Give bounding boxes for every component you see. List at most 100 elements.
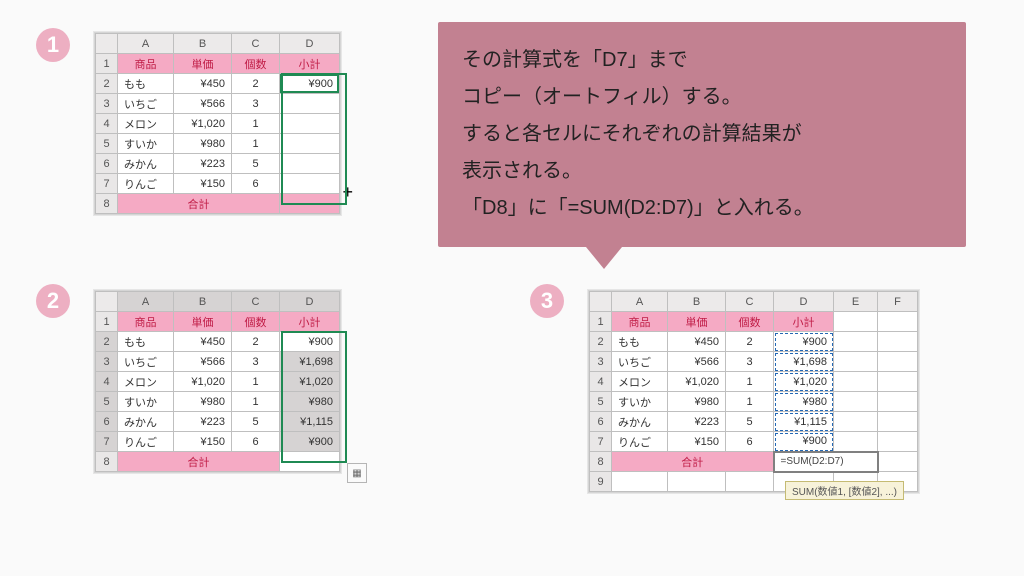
cell[interactable]: 1 [232, 372, 280, 392]
cell[interactable]: ¥1,698 [774, 352, 834, 372]
cell[interactable]: もも [118, 74, 174, 94]
row-header[interactable]: 3 [96, 352, 118, 372]
row-header[interactable]: 7 [590, 432, 612, 452]
cell[interactable]: 5 [232, 412, 280, 432]
cell[interactable]: いちご [118, 352, 174, 372]
cell[interactable]: ¥150 [668, 432, 726, 452]
col-header-d[interactable]: D [774, 292, 834, 312]
cell[interactable]: ¥980 [174, 392, 232, 412]
header-qty[interactable]: 個数 [232, 54, 280, 74]
cell[interactable]: ¥566 [174, 94, 232, 114]
cell[interactable]: メロン [612, 372, 668, 392]
cell[interactable]: ¥566 [668, 352, 726, 372]
header-name[interactable]: 商品 [118, 54, 174, 74]
total-row-label[interactable]: 合計 [118, 452, 280, 472]
cell[interactable]: ¥980 [280, 392, 340, 412]
cell-d2-selected[interactable]: ¥900 [280, 74, 340, 94]
cell[interactable]: いちご [612, 352, 668, 372]
header-qty[interactable]: 個数 [726, 312, 774, 332]
col-header-f[interactable]: F [878, 292, 918, 312]
cell[interactable] [834, 312, 878, 332]
cell[interactable]: すいか [118, 134, 174, 154]
cell[interactable]: 1 [232, 134, 280, 154]
col-header-c[interactable]: C [726, 292, 774, 312]
cell[interactable]: りんご [118, 432, 174, 452]
row-header[interactable]: 4 [96, 372, 118, 392]
cell-d8[interactable] [280, 194, 340, 214]
cell[interactable]: 6 [726, 432, 774, 452]
col-header-b[interactable]: B [668, 292, 726, 312]
cell[interactable] [878, 452, 918, 472]
cell[interactable] [834, 412, 878, 432]
header-price[interactable]: 単価 [174, 54, 232, 74]
header-sub[interactable]: 小計 [280, 312, 340, 332]
cell[interactable] [668, 472, 726, 492]
cell[interactable]: ¥1,020 [174, 372, 232, 392]
cell[interactable]: 3 [232, 94, 280, 114]
row-header[interactable]: 8 [96, 194, 118, 214]
cell[interactable]: ¥900 [280, 432, 340, 452]
col-header-a[interactable]: A [118, 34, 174, 54]
row-header[interactable]: 5 [96, 392, 118, 412]
cell[interactable]: ¥1,020 [774, 372, 834, 392]
header-name[interactable]: 商品 [612, 312, 668, 332]
cell[interactable]: ¥1,115 [774, 412, 834, 432]
cell[interactable]: 5 [232, 154, 280, 174]
cell[interactable]: 3 [726, 352, 774, 372]
cell[interactable]: ¥980 [668, 392, 726, 412]
cell[interactable]: ¥150 [174, 432, 232, 452]
cell[interactable]: 3 [232, 352, 280, 372]
cell[interactable] [878, 412, 918, 432]
cell[interactable] [834, 332, 878, 352]
row-header[interactable]: 2 [590, 332, 612, 352]
row-header[interactable]: 4 [96, 114, 118, 134]
cell[interactable] [878, 432, 918, 452]
header-price[interactable]: 単価 [668, 312, 726, 332]
formula-cell-d8[interactable]: =SUM(D2:D7) [774, 452, 878, 472]
cell[interactable]: もも [612, 332, 668, 352]
cell[interactable]: ¥900 [774, 332, 834, 352]
cell[interactable]: ¥900 [280, 332, 340, 352]
row-header[interactable]: 6 [96, 412, 118, 432]
cell[interactable] [726, 472, 774, 492]
row-header[interactable]: 2 [96, 332, 118, 352]
cell[interactable]: 2 [232, 332, 280, 352]
col-header-d[interactable]: D [280, 292, 340, 312]
cell[interactable]: すいか [612, 392, 668, 412]
cell[interactable]: いちご [118, 94, 174, 114]
autofill-options-button[interactable]: ▦ [347, 463, 367, 483]
cell[interactable]: 5 [726, 412, 774, 432]
row-header[interactable]: 6 [590, 412, 612, 432]
cell[interactable] [280, 154, 340, 174]
cell[interactable] [834, 392, 878, 412]
col-header-c[interactable]: C [232, 34, 280, 54]
header-name[interactable]: 商品 [118, 312, 174, 332]
cell[interactable] [878, 372, 918, 392]
cell[interactable]: みかん [118, 154, 174, 174]
col-header-b[interactable]: B [174, 292, 232, 312]
cell[interactable] [612, 472, 668, 492]
col-header-c[interactable]: C [232, 292, 280, 312]
row-header[interactable]: 1 [96, 312, 118, 332]
total-row-label[interactable]: 合計 [612, 452, 774, 472]
cell[interactable]: ¥150 [174, 174, 232, 194]
row-header[interactable]: 7 [96, 432, 118, 452]
cell[interactable]: ¥980 [774, 392, 834, 412]
cell[interactable]: ¥1,020 [668, 372, 726, 392]
row-header[interactable]: 4 [590, 372, 612, 392]
row-header[interactable]: 7 [96, 174, 118, 194]
cell[interactable]: ¥223 [174, 154, 232, 174]
cell[interactable]: 1 [726, 372, 774, 392]
cell[interactable]: ¥566 [174, 352, 232, 372]
cell[interactable] [878, 392, 918, 412]
row-header[interactable]: 8 [96, 452, 118, 472]
col-header-a[interactable]: A [118, 292, 174, 312]
row-header[interactable]: 6 [96, 154, 118, 174]
cell[interactable]: りんご [118, 174, 174, 194]
cell[interactable] [280, 94, 340, 114]
cell[interactable]: みかん [612, 412, 668, 432]
cell[interactable]: ¥1,020 [280, 372, 340, 392]
row-header[interactable]: 5 [590, 392, 612, 412]
row-header[interactable]: 9 [590, 472, 612, 492]
cell[interactable]: ¥1,698 [280, 352, 340, 372]
